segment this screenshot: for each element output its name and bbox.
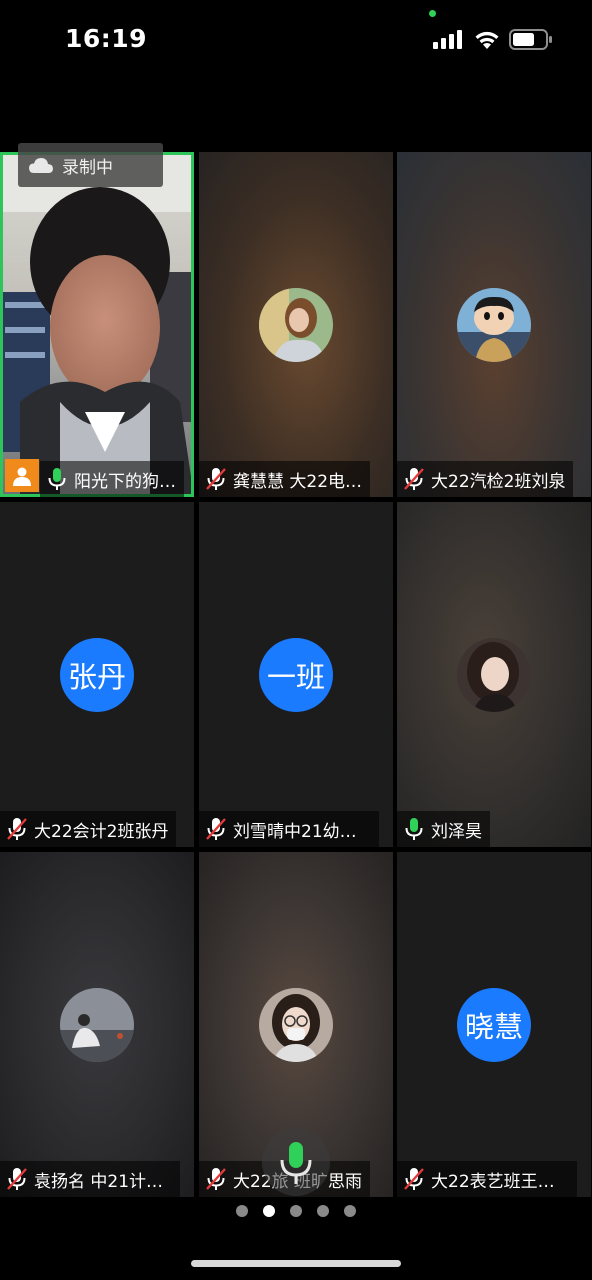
participant-tile-6[interactable]: 刘泽昊 <box>397 502 591 847</box>
floating-mic-button[interactable] <box>262 1128 330 1196</box>
participant-avatar <box>457 288 531 362</box>
mic-on-icon <box>48 468 66 490</box>
status-time: 16:19 <box>65 24 148 53</box>
participant-name: 袁扬名 中21计网… <box>34 1171 172 1192</box>
mic-on-icon <box>405 818 423 840</box>
participant-avatar <box>457 638 531 712</box>
participant-tile-1[interactable]: 阳光下的狗… <box>0 152 194 497</box>
mic-muted-icon <box>404 468 424 490</box>
wifi-icon <box>475 31 499 49</box>
participant-name: 阳光下的狗… <box>74 471 176 492</box>
cellular-signal-icon <box>433 30 462 49</box>
page-dot-5[interactable] <box>344 1205 356 1217</box>
page-dot-1[interactable] <box>236 1205 248 1217</box>
mic-muted-icon <box>7 818 27 840</box>
participant-name: 龚慧慧 大22电… <box>233 471 363 492</box>
home-indicator[interactable] <box>191 1260 401 1267</box>
page-dot-4[interactable] <box>317 1205 329 1217</box>
participant-name-bar: 阳光下的狗… <box>40 461 184 497</box>
participant-name-bar: 刘雪晴中21幼托… <box>199 811 379 847</box>
status-bar: 16:19 <box>0 0 592 80</box>
microphone-icon <box>280 1142 312 1184</box>
participant-avatar <box>60 988 134 1062</box>
participant-name-bar: 大22会计2班张丹 <box>0 811 177 847</box>
participant-name: 刘泽昊 <box>431 821 482 842</box>
participant-name-bar: 大22汽检2班刘泉 <box>397 461 574 497</box>
cloud-icon <box>29 158 53 173</box>
battery-icon <box>509 29 552 50</box>
recording-label: 录制中 <box>62 157 113 178</box>
participant-name-bar: 袁扬名 中21计网… <box>0 1161 180 1197</box>
participant-name-bar: 龚慧慧 大22电… <box>199 461 371 497</box>
participant-name: 刘雪晴中21幼托… <box>233 821 371 842</box>
participant-avatar <box>259 288 333 362</box>
page-dot-3[interactable] <box>290 1205 302 1217</box>
mic-muted-icon <box>7 1168 27 1190</box>
participant-name: 大22会计2班张丹 <box>34 821 169 842</box>
participant-tile-5[interactable]: 一班 刘雪晴中21幼托… <box>199 502 393 847</box>
recording-indicator[interactable]: 录制中 <box>18 143 163 187</box>
participant-avatar <box>259 988 333 1062</box>
mic-muted-icon <box>206 468 226 490</box>
camera-in-use-indicator <box>429 10 436 17</box>
participant-name: 大22表艺班王晓慧 <box>431 1171 569 1192</box>
participant-name-bar: 大22表艺班王晓慧 <box>397 1161 577 1197</box>
participant-name: 大22汽检2班刘泉 <box>431 471 566 492</box>
page-indicator[interactable] <box>0 1205 592 1219</box>
participant-tile-2[interactable]: 龚慧慧 大22电… <box>199 152 393 497</box>
participant-video <box>0 152 194 497</box>
participant-tile-9[interactable]: 晓慧 大22表艺班王晓慧 <box>397 852 591 1197</box>
mic-muted-icon <box>404 1168 424 1190</box>
participant-tile-7[interactable]: 袁扬名 中21计网… <box>0 852 194 1197</box>
mic-muted-icon <box>206 1168 226 1190</box>
participant-tile-4[interactable]: 张丹 大22会计2班张丹 <box>0 502 194 847</box>
participant-avatar: 一班 <box>259 638 333 712</box>
person-icon <box>13 467 31 486</box>
page-dot-2-active[interactable] <box>263 1205 275 1217</box>
participant-name-bar: 刘泽昊 <box>397 811 490 847</box>
mic-muted-icon <box>206 818 226 840</box>
host-badge <box>5 459 39 492</box>
participant-tile-3[interactable]: 大22汽检2班刘泉 <box>397 152 591 497</box>
participant-avatar: 晓慧 <box>457 988 531 1062</box>
participant-avatar: 张丹 <box>60 638 134 712</box>
